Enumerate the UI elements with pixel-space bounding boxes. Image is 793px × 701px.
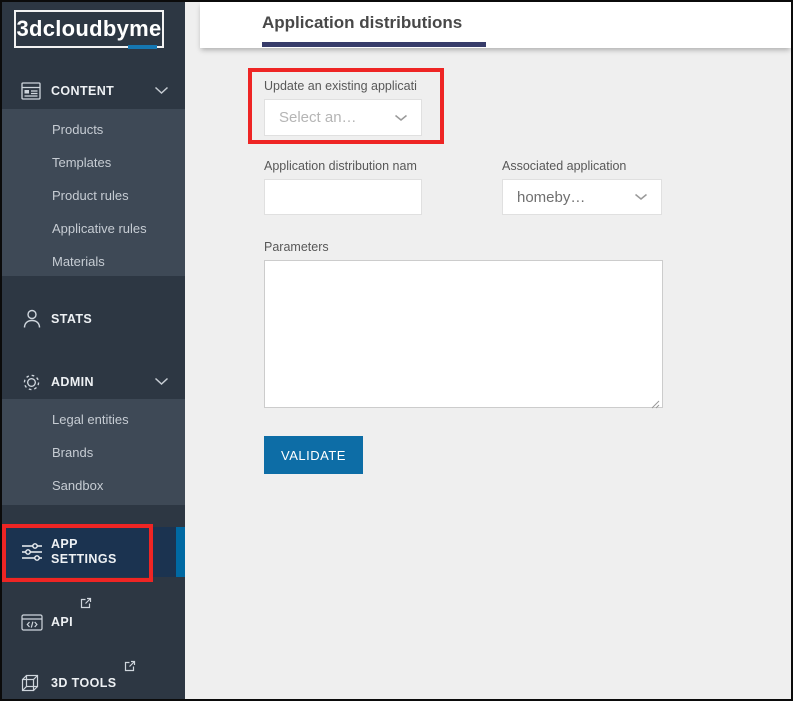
sidebar-item-templates[interactable]: Templates: [2, 146, 185, 179]
person-icon: [21, 308, 43, 330]
sidebar-item-stats[interactable]: STATS: [2, 298, 185, 340]
select-value: homeby…: [517, 188, 586, 206]
content-icon: [21, 82, 41, 100]
chevron-down-icon: [154, 373, 169, 391]
sidebar-item-legal-entities[interactable]: Legal entities: [2, 403, 185, 436]
active-item-indicator: [176, 527, 185, 577]
select-placeholder: Select an…: [279, 109, 357, 126]
chevron-down-icon: [154, 82, 169, 100]
cube-icon: [19, 672, 41, 694]
sidebar-item-label: API: [51, 614, 74, 629]
main-content: Application distributions Update an exis…: [185, 2, 791, 699]
distribution-name-label: Application distribution nam: [264, 159, 417, 173]
sidebar-item-app-settings[interactable]: APP SETTINGS: [2, 527, 185, 577]
sidebar-item-label: ADMIN: [51, 374, 94, 389]
sidebar-item-3d-tools[interactable]: 3D TOOLS: [2, 660, 185, 699]
distribution-name-input[interactable]: [264, 179, 422, 215]
sliders-icon: [21, 541, 43, 563]
api-browser-icon: [21, 613, 43, 631]
logo-text: 3dcloudbyme: [16, 16, 162, 41]
parameters-label: Parameters: [264, 240, 329, 254]
app-window: 3dcloudbyme CONTENT Products Templates P…: [0, 0, 793, 701]
chevron-down-icon: [634, 188, 648, 206]
sidebar-item-admin[interactable]: ADMIN: [2, 363, 185, 401]
external-link-icon: [80, 596, 92, 614]
sidebar-item-products[interactable]: Products: [2, 113, 185, 146]
validate-button[interactable]: VALIDATE: [264, 436, 363, 474]
admin-submenu: Legal entities Brands Sandbox: [2, 399, 185, 505]
external-link-icon: [124, 659, 136, 677]
page-header: Application distributions: [200, 2, 791, 48]
sidebar-item-applicative-rules[interactable]: Applicative rules: [2, 212, 185, 245]
sidebar-item-materials[interactable]: Materials: [2, 245, 185, 278]
title-underline: [262, 42, 486, 47]
sidebar-item-api[interactable]: API: [2, 597, 185, 641]
sidebar-item-label: APP SETTINGS: [51, 537, 117, 566]
sidebar-item-content[interactable]: CONTENT: [2, 73, 185, 109]
page-title: Application distributions: [262, 13, 463, 32]
sidebar-item-sandbox[interactable]: Sandbox: [2, 469, 185, 502]
sidebar: 3dcloudbyme CONTENT Products Templates P…: [2, 2, 185, 699]
update-existing-select[interactable]: Select an…: [264, 99, 422, 136]
sidebar-item-label: CONTENT: [51, 83, 115, 98]
parameters-textarea[interactable]: [264, 260, 663, 408]
associated-application-select[interactable]: homeby…: [502, 179, 662, 215]
logo-accent-bar: [128, 45, 157, 49]
content-submenu: Products Templates Product rules Applica…: [2, 109, 185, 276]
logo[interactable]: 3dcloudbyme: [14, 10, 164, 49]
sidebar-item-label: 3D TOOLS: [51, 675, 117, 690]
gear-icon: [21, 372, 42, 393]
associated-application-label: Associated application: [502, 159, 627, 173]
update-existing-label: Update an existing applicati: [264, 79, 417, 93]
sidebar-item-label: STATS: [51, 311, 93, 326]
sidebar-item-brands[interactable]: Brands: [2, 436, 185, 469]
sidebar-item-product-rules[interactable]: Product rules: [2, 179, 185, 212]
chevron-down-icon: [394, 109, 408, 127]
